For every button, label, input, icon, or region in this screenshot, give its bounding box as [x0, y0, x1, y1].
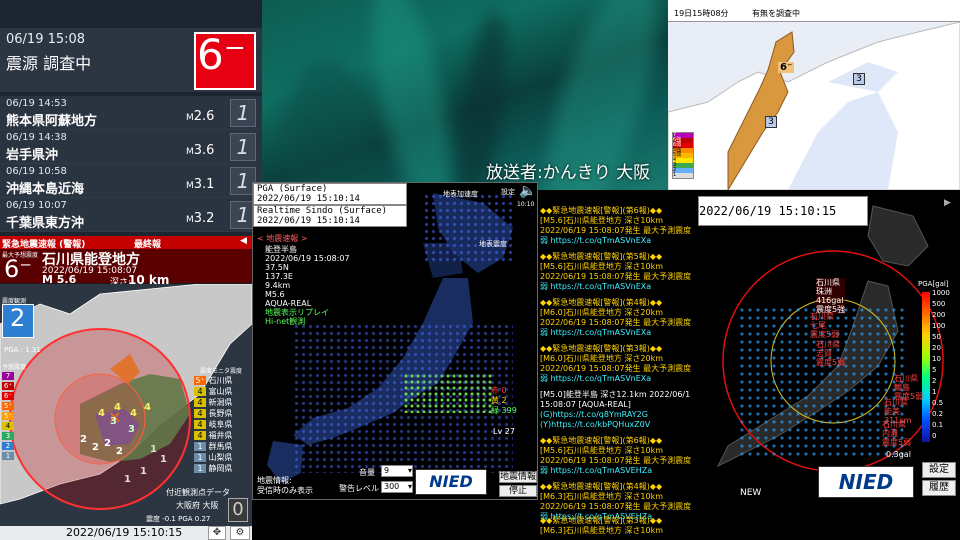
pga-unit: PGA[gal]	[918, 280, 949, 288]
history-intensity: 1	[230, 99, 256, 127]
max-intensity-value: 6⁻	[4, 255, 32, 283]
callout-suzu: 石川県 珠洲 416gal 震度5強	[816, 278, 846, 314]
tweet-item[interactable]: ◆◆緊急地震速報[警報](第6報)◆◆ [M5.6]石川県能登地方 深さ10km 2…	[540, 436, 696, 476]
pga-value: PGA : 1.31	[4, 346, 41, 354]
monitor-label: 震度モニタ震度	[200, 368, 243, 375]
prefecture-list: 5⁺ 石川県 4 富山県 4 新潟県 4 長野県 4 岐阜県 4 福井県 1 群…	[194, 376, 233, 473]
realtime-sindo-label: Realtime Sindo (Surface) 2022/06/19 15:10…	[253, 205, 407, 227]
eew-tag: < 地震速報 >	[257, 234, 308, 243]
tweet-item[interactable]: ◆◆緊急地震速報[警報](第5報)◆◆ [M5.6]石川県能登地方 深さ10km 2…	[540, 252, 696, 292]
collapse-icon[interactable]: ◀	[240, 236, 247, 246]
regional-legend: 7 6強 6弱 5強 5弱 4 3 2 1	[672, 132, 694, 179]
regional-int3-a: 3	[853, 73, 865, 85]
latest-datetime: 06/19 15:08	[6, 32, 86, 47]
alert-select[interactable]: 300 ▾	[381, 481, 413, 493]
latest-intensity-value: 6⁻	[197, 30, 246, 79]
volume-label: 音量	[359, 468, 375, 477]
eew-info: 最大予想震度 6⁻ 石川県能登地方 2022/06/19 15:08:07 M …	[0, 249, 252, 288]
eew-title-bar: 緊急地震速報 (警報) 最終報 ◀	[0, 236, 252, 250]
dot-cluster-blue	[293, 323, 513, 473]
surface-intensity-label: 地表震度	[479, 240, 507, 248]
eew-clock-bar: 2022/06/19 15:10:15 ✥ ⚙	[0, 526, 252, 540]
regional-pin-label: 6⁻	[778, 62, 795, 73]
map-station-labels: 2 2 2 2 3 3 4 4 4 4 1 1 1 1	[80, 402, 167, 485]
tweet-feed[interactable]: ◆◆緊急地震速報[警報](第6報)◆◆ [M5.6]石川県能登地方 深さ10km 2…	[538, 196, 698, 536]
history-row[interactable]: 06/19 14:38 岩手県沖 M3.6 1	[0, 130, 262, 164]
observed-intensity-value: 2	[10, 304, 26, 332]
eew-magnitude: M 5.6	[42, 273, 77, 286]
alert-level-label: 警告レベル	[339, 484, 379, 493]
settings-button[interactable]: 設定	[922, 462, 956, 478]
small-clock: 10:10	[517, 201, 535, 208]
regional-int3-b: 3	[765, 116, 777, 128]
callout-wajima: 石川県 輪島 震度5弱	[894, 374, 924, 401]
gear-icon[interactable]: ⚙	[230, 526, 250, 540]
pga-time: 2022/06/19 15:10:15	[698, 196, 868, 226]
pga-scale: 1000 500 200 100 50 20 10 5 2 1 0.5 0.2 0.1 0	[932, 289, 950, 440]
broadcaster-label: 放送者:かんきり 大阪	[486, 163, 651, 183]
tweet-item[interactable]: ◆◆緊急地震速報[警報](第3報)◆◆ [M6.3]石川県能登地方 深さ10km	[540, 516, 696, 536]
volume-select[interactable]: 9 ▾	[381, 465, 413, 477]
nied-logo-right: NIED	[818, 466, 914, 498]
nied-logo: NIED	[415, 469, 487, 495]
quake-details: 能登半島 2022/06/19 15:08:07 37.5N 137.3E 9.…	[265, 245, 350, 326]
settings-link[interactable]: 設定	[501, 187, 515, 197]
pga-colorbar	[922, 292, 930, 442]
history-button[interactable]: 履歴	[922, 480, 956, 496]
nearby-intensity: 0	[228, 498, 248, 522]
stop-button[interactable]: 停止	[499, 485, 537, 497]
dot-cluster-north	[423, 193, 513, 263]
latest-quake-card[interactable]: 06/19 15:08 震源 調査中 6⁻	[0, 28, 262, 92]
latest-place: 震源 調査中	[6, 54, 92, 73]
quake-info-button[interactable]: 地震情報	[499, 471, 537, 483]
regional-map-svg	[668, 22, 960, 190]
regional-map-time: 19日15時08分	[674, 9, 729, 18]
eew-panel: 緊急地震速報 (警報) 最終報 ◀ 最大予想震度 6⁻ 石川県能登地方 2022…	[0, 236, 252, 540]
regional-map-status: 有無を調査中	[752, 9, 800, 18]
nearby-values: 震度 -0.1 PGA 0.27	[146, 515, 211, 523]
callout-uchinada: 石川県 内灘 震度5弱	[882, 420, 912, 447]
locate-icon[interactable]: ✥	[208, 526, 226, 540]
surface-accel-label: 地表加速度	[443, 190, 478, 198]
callout-nanao: 石川県 七尾 震度5弱	[810, 312, 840, 339]
new-label: NEW	[740, 488, 762, 498]
earthquake-monitor-screen: 放送者:かんきり 大阪 06/19 15:08 震源 調査中 6⁻ 06/19 …	[0, 0, 960, 540]
history-row[interactable]: 06/19 14:53 熊本県阿蘇地方 M2.6 1	[0, 96, 262, 130]
level-value: Lv 27	[493, 427, 515, 436]
count-green: 緑 399	[491, 406, 517, 415]
gal-value: 0.3gal	[886, 450, 911, 459]
realtime-monitor-panel: PGA (Surface) 2022/06/19 15:10:14 Realtim…	[252, 182, 538, 500]
regional-map-header: 19日15時08分 有無を調査中	[668, 0, 960, 22]
play-icon[interactable]: ▶	[944, 198, 951, 208]
tweet-item[interactable]: ◆◆緊急地震速報[警報](第6報)◆◆ [M5.6]石川県能登地方 深さ10km 2…	[540, 206, 696, 246]
nearby-station: 大阪府 大阪	[176, 501, 219, 510]
history-intensity: 1	[230, 133, 256, 161]
quake-info-sub: 受信時のみ表示	[257, 486, 313, 495]
tweet-item[interactable]: [M5.0]能登半島 深さ12.1km 2022/06/1 15:08:07 [A…	[540, 390, 696, 430]
history-row[interactable]: 06/19 10:58 沖縄本島近海 M3.1 1	[0, 164, 262, 198]
regional-intensity-map[interactable]: 19日15時08分 有無を調査中 6⁻ 3 3 7 6強 6弱 5強 5弱 4 …	[668, 0, 960, 190]
intensity-legend: 7 6⁺ 6⁻ 5⁺ 5⁻ 4 3 2 1	[2, 372, 14, 460]
speaker-icon[interactable]: 🔈	[519, 183, 536, 199]
nearby-label: 付近観測点データ	[166, 488, 230, 497]
history-row[interactable]: 06/19 10:07 千葉県東方沖 M3.2 1	[0, 198, 262, 232]
callout-shika: 石川県 志賀 震度5弱	[816, 340, 846, 367]
quake-history-panel: 06/19 15:08 震源 調査中 6⁻ 06/19 14:53 熊本県阿蘇地…	[0, 0, 262, 236]
pga-map-panel: 2022/06/19 15:10:15 ▶ PGA[gal] 1000 500 20…	[698, 196, 960, 540]
intensity-map[interactable]: ✕ 震度観測 2 PGA : 1.31 予想震度 7 6⁺ 6⁻ 5⁺ 5⁻ 4…	[0, 284, 252, 532]
pga-surface-label: PGA (Surface) 2022/06/19 15:10:14	[253, 183, 407, 205]
forecast-label: 予想震度	[2, 364, 27, 371]
tweet-item[interactable]: ◆◆緊急地震速報[警報](第3報)◆◆ [M6.0]石川県能登地方 深さ20km 2…	[540, 344, 696, 384]
tweet-item[interactable]: ◆◆緊急地震速報[警報](第4報)◆◆ [M6.0]石川県能登地方 深さ20km 2…	[540, 298, 696, 338]
eew-clock: 2022/06/19 15:10:15	[66, 526, 183, 539]
